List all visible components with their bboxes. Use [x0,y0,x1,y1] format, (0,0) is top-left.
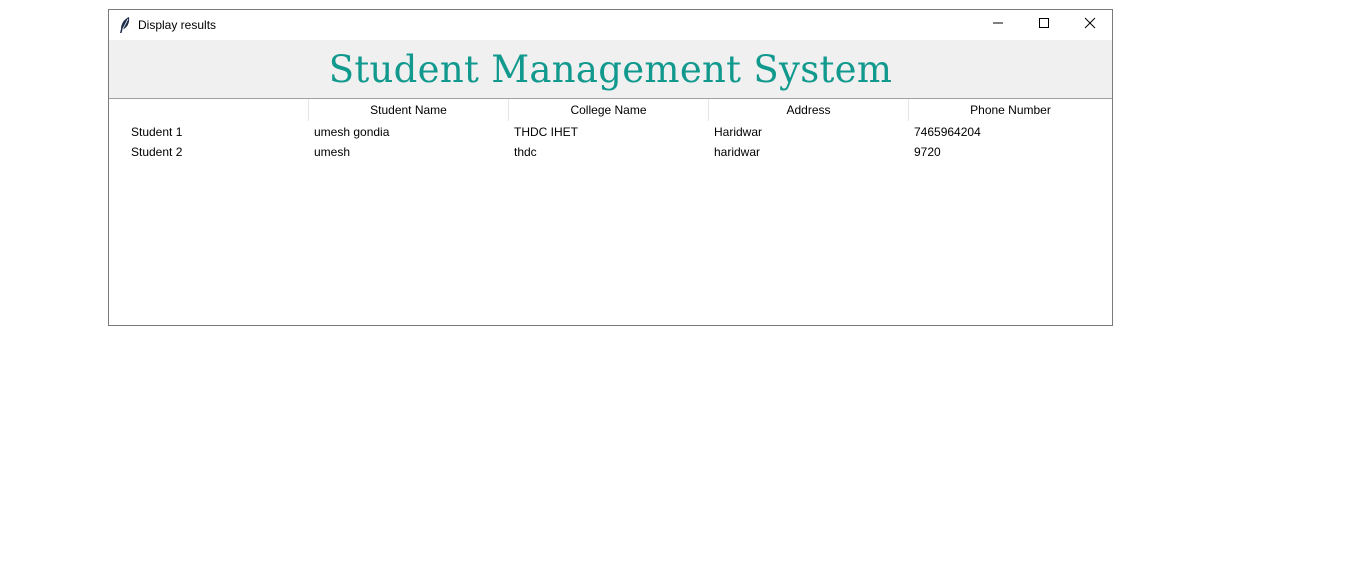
cell-phone-number: 7465964204 [914,125,981,139]
header-banner: Student Management System [109,40,1112,99]
column-header-tree[interactable] [109,99,309,121]
column-header-student-name[interactable]: Student Name [309,99,509,121]
close-button[interactable] [1067,10,1113,40]
cell-college-name: thdc [514,145,537,159]
table-header: Student Name College Name Address Phone … [109,99,1112,121]
column-header-college-name[interactable]: College Name [509,99,709,121]
column-header-phone-number[interactable]: Phone Number [909,99,1112,121]
column-header-address[interactable]: Address [709,99,909,121]
cell-phone-number: 9720 [914,145,941,159]
results-window: Display results Student Management Syste… [108,9,1113,326]
window-title: Display results [138,18,217,32]
table-row[interactable]: Student 2 umesh thdc haridwar 9720 [109,142,1112,162]
app-title: Student Management System [328,48,893,91]
cell-address: haridwar [714,145,761,159]
results-table[interactable]: Student Name College Name Address Phone … [109,99,1112,325]
title-bar[interactable]: Display results [109,10,1112,40]
cell-student-name: umesh gondia [314,125,390,139]
minimize-icon [992,16,1004,34]
cell-student-name: umesh [314,145,351,159]
minimize-button[interactable] [975,10,1021,40]
close-icon [1084,16,1096,34]
table-row[interactable]: Student 1 umesh gondia THDC IHET Haridwa… [109,122,1112,142]
cell-address: Haridwar [714,125,763,139]
cell-college-name: THDC IHET [514,125,578,139]
row-label: Student 2 [131,145,183,159]
maximize-icon [1038,16,1050,34]
maximize-button[interactable] [1021,10,1067,40]
feather-icon [118,16,132,34]
row-label: Student 1 [131,125,183,139]
